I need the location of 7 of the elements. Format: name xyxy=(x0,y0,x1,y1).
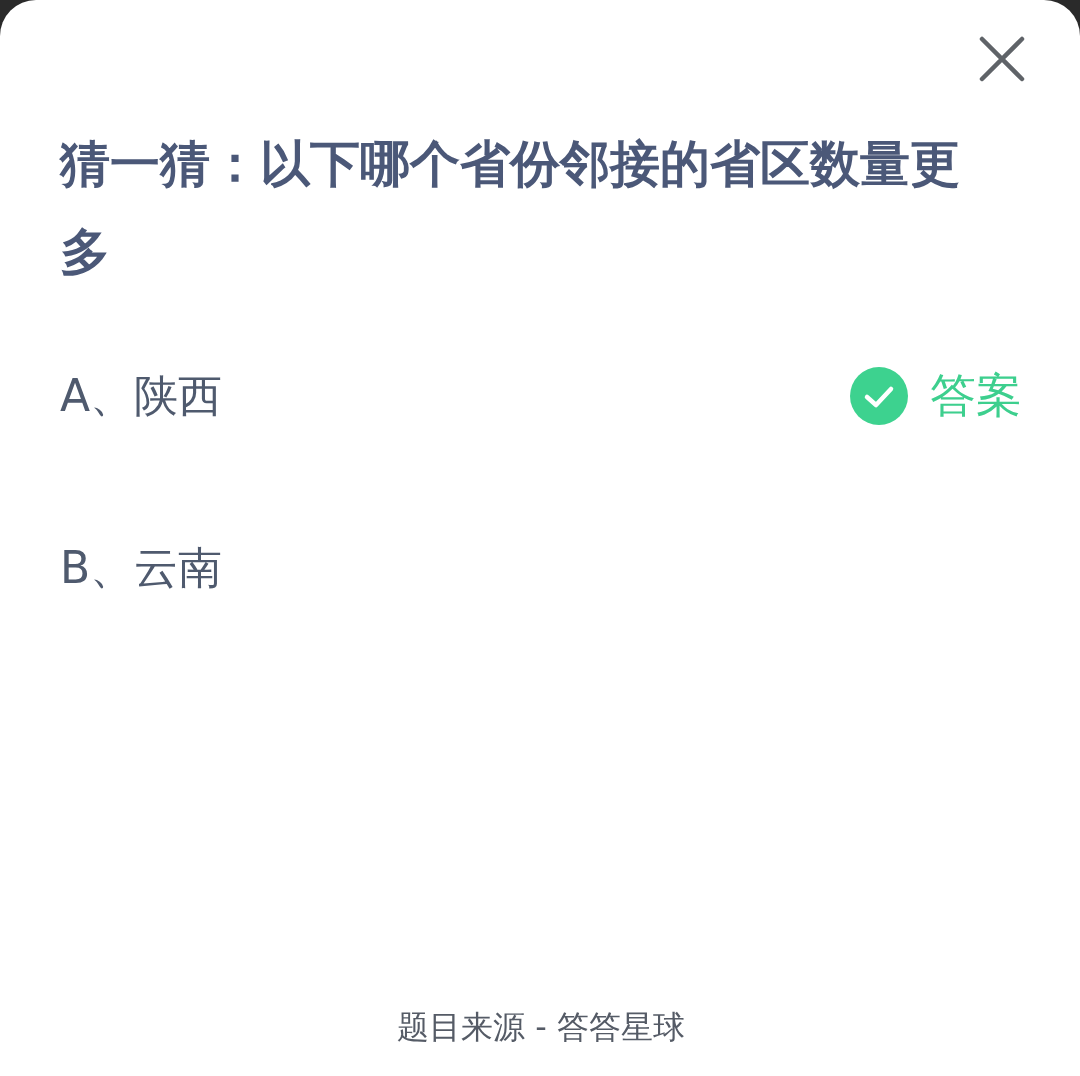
answer-label: 答案 xyxy=(930,367,1022,424)
option-text[interactable]: B、云南 xyxy=(60,538,223,598)
option-text[interactable]: A、陕西 xyxy=(60,366,223,426)
source-text: 题目来源 - 答答星球 xyxy=(396,1007,686,1048)
question-title: 猜一猜：以下哪个省份邻接的省区数量更多 xyxy=(60,134,961,283)
close-icon[interactable] xyxy=(979,36,1025,82)
check-icon xyxy=(850,367,908,425)
